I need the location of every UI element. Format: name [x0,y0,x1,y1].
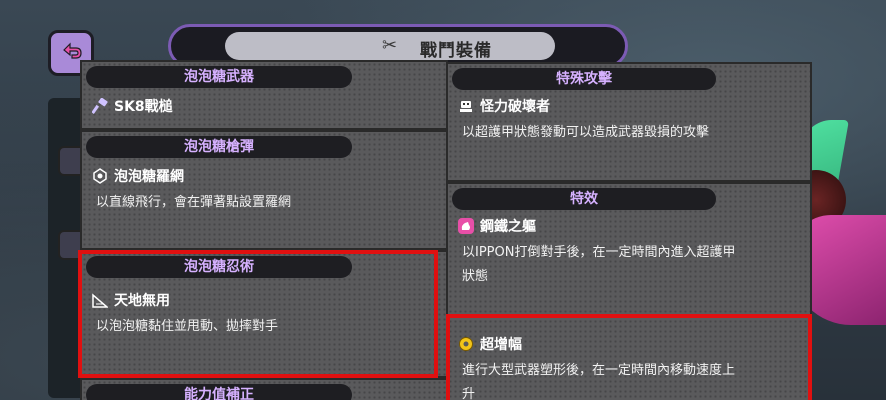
muscle-icon [458,218,474,234]
stats-header: 能力值補正 [86,384,352,400]
bullet-header: 泡泡糖槍彈 [86,136,352,158]
bullet-name: 泡泡糖羅網 [114,169,184,185]
weapon-header: 泡泡糖武器 [86,66,352,88]
stats-panel: 能力值補正 [80,378,448,400]
highlight-box [446,314,812,400]
weapon-panel: 泡泡糖武器 SK8戰槌 [80,60,448,130]
robot-icon [458,98,474,114]
effect-item[interactable]: 鋼鐵之軀 [458,216,536,236]
weapon-name: SK8戰槌 [114,99,173,115]
effects-header: 特效 [452,188,716,210]
highlight-box [78,250,438,378]
effect-desc-line1: 以IPPON打倒對手後，在一定時間內進入超護甲 [462,245,736,260]
hammer-icon [92,98,108,114]
weapon-item[interactable]: SK8戰槌 [92,96,173,116]
bullet-panel: 泡泡糖槍彈 泡泡糖羅網 以直線飛行，會在彈著點設置羅網 [80,130,448,250]
web-icon [92,168,108,184]
special-header: 特殊攻擊 [452,68,716,90]
effect-name: 鋼鐵之軀 [480,219,536,235]
bullet-desc: 以直線飛行，會在彈著點設置羅網 [96,195,292,210]
screen-title: 戰鬥裝備 [420,41,492,61]
tools-icon: ✂ [382,35,398,56]
special-item[interactable]: 怪力破壞者 [458,96,550,116]
special-name: 怪力破壞者 [480,99,550,115]
special-panel: 特殊攻擊 怪力破壞者 以超護甲狀態發動可以造成武器毀損的攻擊 [446,62,812,182]
bullet-item[interactable]: 泡泡糖羅網 [92,166,184,186]
game-screen: ✂ 戰鬥裝備 泡泡糖武器 SK8戰槌 泡泡糖槍彈 泡泡糖羅網 以直線飛行，會在彈… [0,0,886,400]
special-desc: 以超護甲狀態發動可以造成武器毀損的攻擊 [462,125,710,140]
effect-desc-line2: 狀態 [462,269,489,284]
